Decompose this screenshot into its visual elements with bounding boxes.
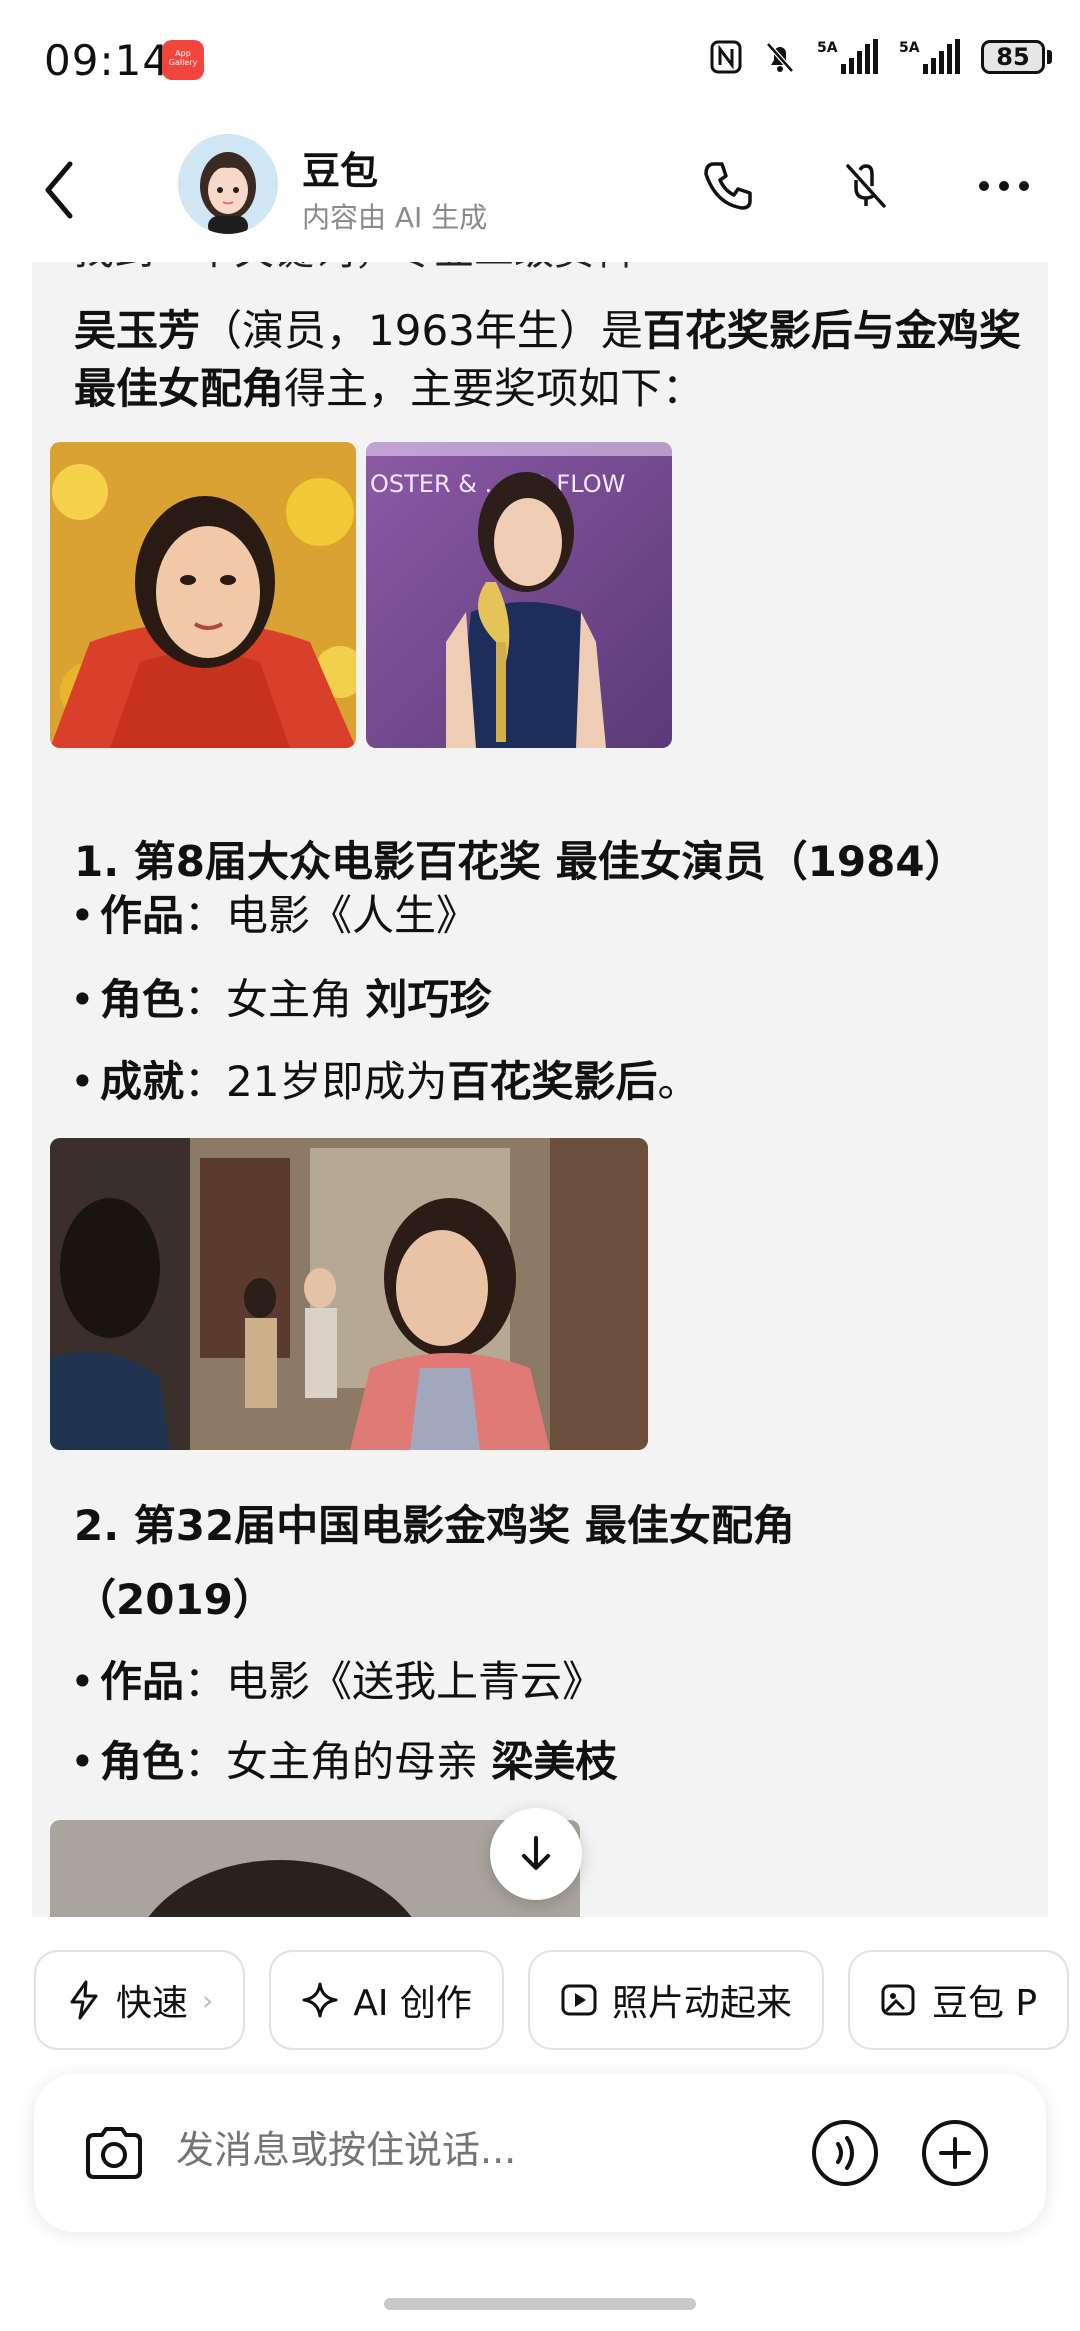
arrow-down-icon <box>522 1836 550 1870</box>
chip-doubao-p[interactable]: 豆包 P <box>847 1950 1070 2050</box>
intro-tail: 得主，主要奖项如下： <box>284 364 705 413</box>
more-options-button[interactable] <box>976 158 1032 214</box>
work-value: ：电影《人生》 <box>184 891 479 940</box>
chip-fast-arrow: › <box>202 1983 214 2017</box>
image-edit-icon <box>881 1984 915 2016</box>
play-box-icon <box>561 1984 597 2016</box>
intro-paren: （演员，1963年生）是 <box>200 306 643 355</box>
award-2-title-line2: （2019） <box>74 1575 275 1624</box>
camera-button[interactable] <box>80 2119 148 2187</box>
intro-paragraph: 吴玉芳（演员，1963年生）是百花奖影后与金鸡奖最佳女配角得主，主要奖项如下： <box>74 302 1024 418</box>
role-name: 刘巧珍 <box>365 975 492 1024</box>
camera-icon <box>86 2127 142 2179</box>
app-gallery-icon: App Gallery <box>162 40 204 80</box>
actress-name: 吴玉芳 <box>74 306 201 355</box>
clipped-previous-text: 找到一个关键词，专业二级资料 <box>74 262 634 276</box>
award-1-work: • 作品：电影《人生》 <box>70 891 479 940</box>
header-actions <box>700 158 1032 214</box>
chip-fast-mode[interactable]: 快速 › <box>34 1950 246 2050</box>
voice-call-button[interactable] <box>810 2118 880 2188</box>
work-key: 作品 <box>100 891 185 940</box>
role-value: ：女主角 <box>184 975 366 1024</box>
message-input[interactable] <box>176 2128 676 2172</box>
battery-icon: 85 <box>981 40 1052 74</box>
signal-5a-icon-2: 5A <box>899 39 960 74</box>
work-key-2: 作品 <box>100 1657 185 1706</box>
back-button[interactable] <box>36 152 84 228</box>
photo-young-actress[interactable] <box>50 442 356 748</box>
home-indicator[interactable] <box>384 2298 696 2310</box>
mute-speaker-button[interactable] <box>838 158 894 214</box>
nfc-icon <box>710 40 742 74</box>
plus-circle-icon <box>922 2120 988 2186</box>
award-1-role: • 角色：女主角 刘巧珍 <box>70 975 492 1024</box>
voice-wave-icon <box>812 2120 878 2186</box>
status-bar: 09:14 App Gallery 5A 5A 85 <box>0 0 1080 120</box>
chat-title: 豆包 <box>302 149 379 193</box>
chip-animate-photo[interactable]: 照片动起来 <box>527 1950 824 2050</box>
role-key: 角色 <box>100 975 185 1024</box>
chip-fast-label: 快速 <box>116 1983 189 2024</box>
chip-ai-create[interactable]: AI 创作 <box>269 1950 504 2050</box>
avatar[interactable] <box>178 134 278 234</box>
signal-5a-icon: 5A <box>817 39 878 74</box>
battery-level: 85 <box>981 40 1045 74</box>
achievement-value: ：21岁即成为 <box>184 1057 448 1106</box>
status-time: 09:14 <box>44 36 171 85</box>
chat-header: 豆包 内容由 AI 生成 <box>0 120 1080 260</box>
award-1-achievement: • 成就：21岁即成为百花奖影后。 <box>70 1057 700 1106</box>
role-key-2: 角色 <box>100 1737 185 1786</box>
chip-doubao-p-label: 豆包 P <box>931 1983 1038 2024</box>
photo-award-ceremony[interactable]: OSTER & ... ED FLOW <box>366 442 672 748</box>
quick-action-chips: 快速 › AI 创作 照片动起来 豆包 P <box>34 1950 1070 2050</box>
lightning-icon <box>70 1980 98 2020</box>
phone-icon <box>704 162 752 210</box>
role-value-2: ：女主角的母亲 <box>184 1737 492 1786</box>
chevron-left-icon <box>45 161 73 219</box>
award-2-title-line1: 2. 第32届中国电影金鸡奖 最佳女配角 <box>74 1501 795 1550</box>
ai-disclaimer: 内容由 AI 生成 <box>302 201 488 234</box>
achievement-bold: 百花奖影后 <box>447 1057 658 1106</box>
achievement-tail: 。 <box>657 1057 700 1106</box>
muted-mic-icon <box>846 164 886 208</box>
intro-mid: 与 <box>852 306 895 355</box>
award-2-work: • 作品：电影《送我上青云》 <box>70 1657 605 1706</box>
message-input-bar <box>34 2074 1046 2232</box>
ai-message-bubble: 找到一个关键词，专业二级资料 吴玉芳（演员，1963年生）是百花奖影后与金鸡奖最… <box>32 262 1048 1917</box>
svg-text:5A: 5A <box>899 40 920 56</box>
mute-bell-icon <box>766 42 794 73</box>
award-2-role: • 角色：女主角的母亲 梁美枝 <box>70 1737 618 1786</box>
chip-animate-label: 照片动起来 <box>611 1983 792 2024</box>
chip-ai-create-label: AI 创作 <box>353 1983 472 2024</box>
achievement-key: 成就 <box>100 1057 185 1106</box>
photo-film-still[interactable] <box>50 1138 648 1450</box>
call-button[interactable] <box>700 158 756 214</box>
sparkle-icon <box>302 1982 338 2018</box>
svg-text:5A: 5A <box>817 40 838 56</box>
status-icons: 5A 5A 85 <box>709 38 1052 76</box>
add-attachment-button[interactable] <box>920 2118 990 2188</box>
scroll-to-bottom-button[interactable] <box>490 1808 582 1900</box>
work-value-2: ：电影《送我上青云》 <box>184 1657 605 1706</box>
more-icon <box>979 181 1029 191</box>
role-name-2: 梁美枝 <box>491 1737 618 1786</box>
intro-award-1: 百花奖影后 <box>642 306 853 355</box>
